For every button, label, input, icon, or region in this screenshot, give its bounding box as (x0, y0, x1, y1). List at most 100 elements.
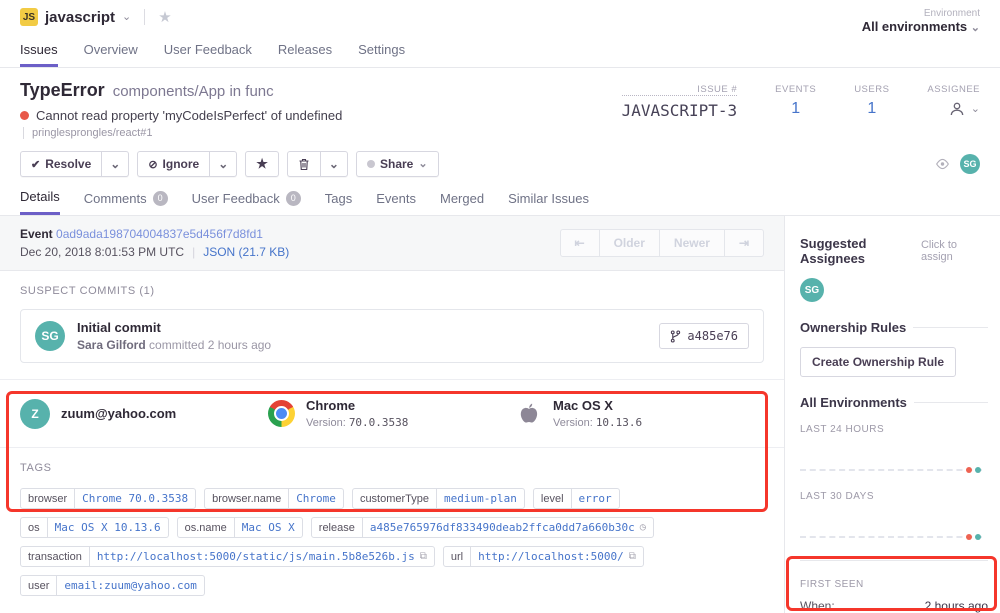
nav-user-feedback[interactable]: User Feedback (164, 42, 252, 67)
commit-author-avatar: SG (35, 321, 65, 351)
ignore-dropdown[interactable]: ⌄ (209, 152, 236, 176)
user-avatar: Z (20, 399, 50, 429)
tab-tags[interactable]: Tags (325, 189, 352, 215)
event-date: Dec 20, 2018 8:01:53 PM UTC (20, 245, 184, 259)
os-name: Mac OS X (553, 398, 642, 413)
assignee-label: ASSIGNEE (927, 84, 980, 95)
resolve-button[interactable]: ✔Resolve ⌄ (20, 151, 129, 177)
resolve-dropdown[interactable]: ⌄ (101, 152, 128, 176)
tab-merged[interactable]: Merged (440, 189, 484, 215)
nav-settings[interactable]: Settings (358, 42, 405, 67)
tab-events[interactable]: Events (376, 189, 416, 215)
chevron-down-icon: ⌄ (122, 12, 131, 23)
viewer-avatar[interactable]: SG (960, 154, 980, 174)
context-os: Mac OS X Version: 10.13.6 (516, 398, 764, 429)
nav-issues[interactable]: Issues (20, 42, 58, 67)
project-name[interactable]: javascript (45, 9, 115, 26)
tags-heading: TAGS (20, 462, 764, 474)
nav-releases[interactable]: Releases (278, 42, 332, 67)
stat-issue-number: ISSUE # JAVASCRIPT-3 (622, 84, 738, 139)
tag-browser-name[interactable]: browser.nameChrome (204, 488, 344, 509)
chrome-icon (268, 400, 295, 427)
commit-title: Initial commit (77, 320, 647, 335)
bookmark-star-icon[interactable]: ★ (158, 8, 171, 26)
issue-sidebar: Suggested AssigneesClick to assign SG Ow… (785, 216, 1000, 613)
users-count[interactable]: 1 (854, 100, 889, 118)
issue-culprit: components/App in func (113, 83, 274, 100)
ignore-button[interactable]: ⊘Ignore ⌄ (137, 151, 237, 177)
suspect-commits-section: SUSPECT COMMITS (1) SG Initial commit Sa… (0, 271, 784, 380)
environment-selector[interactable]: Environment All environments ⌄ (862, 8, 980, 34)
tags-section: TAGS browserChrome 70.0.3538 browser.nam… (0, 448, 784, 613)
issue-header: TypeError components/App in func Cannot … (0, 68, 1000, 216)
tag-url[interactable]: urlhttp://localhost:5000/⧉ (443, 546, 644, 567)
events-count[interactable]: 1 (775, 100, 816, 118)
newest-event-button[interactable]: ⇥ (725, 229, 764, 257)
sentry-issue-page: JS javascript ⌄ ★ Environment All enviro… (0, 0, 1000, 613)
issue-type: TypeError (20, 80, 105, 101)
tag-transaction[interactable]: transactionhttp://localhost:5000/static/… (20, 546, 435, 567)
oldest-event-button[interactable]: ⇤ (560, 229, 600, 257)
events-label: EVENTS (775, 84, 816, 95)
suggested-assignee-avatar[interactable]: SG (800, 278, 824, 302)
first-seen-label: FIRST SEEN (800, 579, 988, 590)
issue-number-value: JAVASCRIPT-3 (622, 101, 738, 120)
person-icon (948, 100, 966, 118)
tab-similar-issues[interactable]: Similar Issues (508, 189, 589, 215)
newer-event-button[interactable]: Newer (660, 229, 725, 257)
commit-meta: committed 2 hours ago (149, 338, 271, 352)
issue-number-label: ISSUE # (622, 84, 738, 96)
tag-release[interactable]: releasea485e765976df833490deab2ffca0dd7a… (311, 517, 654, 538)
sparkline-point-teal (975, 467, 981, 473)
tag-os-name[interactable]: os.nameMac OS X (177, 517, 303, 538)
tag-browser[interactable]: browserChrome 70.0.3538 (20, 488, 196, 509)
tag-user[interactable]: useremail:zuum@yahoo.com (20, 575, 205, 596)
star-button[interactable]: ★ (245, 151, 279, 177)
external-link-icon[interactable]: ⧉ (629, 551, 636, 562)
nav-overview[interactable]: Overview (84, 42, 138, 67)
delete-dropdown[interactable]: ⌄ (320, 152, 347, 176)
tag-level[interactable]: levelerror (533, 488, 620, 509)
context-browser: Chrome Version: 70.0.3538 (268, 398, 516, 429)
issue-tabs: Details Comments0 User Feedback0 Tags Ev… (0, 189, 1000, 216)
event-context-row: Z zuum@yahoo.com Chrome Version: 70.0.35… (0, 380, 784, 448)
delete-button[interactable]: ⌄ (287, 151, 348, 177)
check-icon: ✔ (31, 158, 40, 171)
star-icon: ★ (256, 156, 268, 172)
event-pagination: ⇤ Older Newer ⇥ (560, 229, 765, 257)
sparkline-point-red (966, 534, 972, 540)
stat-events: EVENTS 1 (775, 84, 816, 139)
divider (800, 560, 988, 561)
clock-icon: ◷ (640, 522, 646, 533)
event-json-link[interactable]: JSON (21.7 KB) (203, 245, 289, 259)
tag-os[interactable]: osMac OS X 10.13.6 (20, 517, 169, 538)
commit-sha-button[interactable]: a485e76 (659, 323, 749, 349)
project-switcher[interactable]: JS javascript ⌄ ★ (20, 8, 172, 26)
tab-comments[interactable]: Comments0 (84, 189, 168, 215)
issue-action-row: ✔Resolve ⌄ ⊘Ignore ⌄ ★ ⌄ Share⌄ (20, 151, 980, 177)
event-details-main: Event 0ad9ada198704004837e5d456f7d8fd1 D… (0, 216, 785, 613)
external-link-icon[interactable]: ⧉ (420, 551, 427, 562)
assignee-dropdown[interactable]: ⌄ (927, 100, 980, 118)
browser-version: 70.0.3538 (349, 416, 409, 429)
all-environments-block: All Environments LAST 24 HOURS LAST 30 D… (800, 395, 988, 561)
share-button[interactable]: Share⌄ (356, 151, 439, 177)
older-event-button[interactable]: Older (600, 229, 660, 257)
app-header: JS javascript ⌄ ★ Environment All enviro… (0, 0, 1000, 68)
user-email: zuum@yahoo.com (61, 406, 176, 421)
event-id-link[interactable]: 0ad9ada198704004837e5d456f7d8fd1 (56, 227, 263, 241)
comments-count-badge: 0 (153, 191, 168, 206)
environment-value[interactable]: All environments ⌄ (862, 19, 980, 34)
tag-customer-type[interactable]: customerTypemedium-plan (352, 488, 525, 509)
issue-titles: TypeError components/App in func Cannot … (20, 80, 342, 139)
chevron-down-icon: ⌄ (971, 22, 980, 34)
last-30-days-label: LAST 30 DAYS (800, 491, 988, 502)
tab-user-feedback[interactable]: User Feedback0 (192, 189, 301, 215)
project-platform-badge: JS (20, 8, 38, 26)
user-feedback-count-badge: 0 (286, 191, 301, 206)
tab-details[interactable]: Details (20, 189, 60, 215)
project-nav: Issues Overview User Feedback Releases S… (20, 42, 980, 67)
seen-by-eye-icon (934, 158, 951, 170)
suggested-assignees-block: Suggested AssigneesClick to assign SG (800, 236, 988, 302)
create-ownership-rule-button[interactable]: Create Ownership Rule (800, 347, 956, 377)
